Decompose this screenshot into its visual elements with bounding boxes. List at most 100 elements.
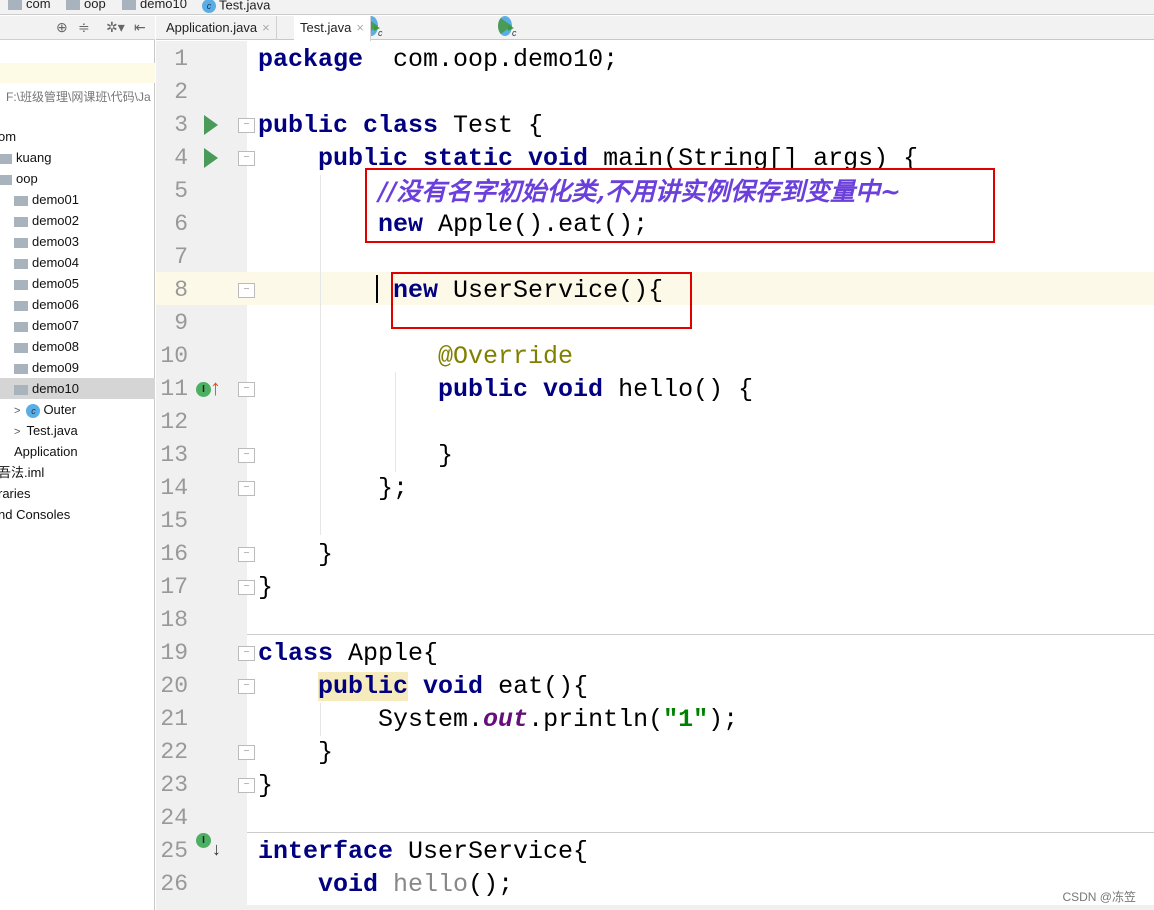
tree-item[interactable]: demo01 [14,189,79,210]
project-panel: ⊕ ≑ ✲▾ ⇤ F:\班级管理\网课班\代码\Ja om kuang oop dem… [0,16,237,910]
code-line[interactable]: class Apple{ [258,637,438,670]
tree-item[interactable]: demo07 [14,315,79,336]
chevron-right-icon[interactable]: > [14,405,20,417]
fold-marker-icon[interactable]: − [238,646,255,661]
tree-item[interactable]: demo09 [14,357,79,378]
code-line[interactable]: } [258,769,273,802]
folder-icon [14,195,28,206]
fold-marker-icon[interactable]: − [238,481,255,496]
breadcrumb-oop[interactable]: oop [66,0,106,10]
fold-marker-icon[interactable]: − [238,283,255,298]
line-number: 22 [160,739,188,765]
code-token: }; [258,474,409,503]
gear-icon[interactable]: ✲▾ [106,19,125,36]
line-number: 2 [174,79,188,105]
fold-marker-icon[interactable]: − [238,745,255,760]
implements-icon[interactable]: I [196,382,211,397]
tree-item[interactable]: kuang [0,147,51,168]
code-line[interactable]: @Override [258,340,573,373]
code-token: "1" [663,705,709,734]
code-line[interactable]: void hello(); [258,868,513,901]
tree-item-content: demo10 [14,381,79,396]
code-line[interactable]: package com.oop.demo10; [258,43,618,76]
tree-item-label: demo03 [32,234,79,249]
tree-item-label: om [0,129,17,144]
arrow-down-icon[interactable]: ↓ [212,839,221,860]
tree-item[interactable]: demo03 [14,231,79,252]
tab-application-java[interactable]: c Application.java × [160,16,383,40]
tree-item[interactable]: om [0,126,16,147]
line-number: 13 [160,442,188,468]
tree-item-content: oop [0,171,38,186]
code-line[interactable]: public void eat(){ [258,670,588,703]
fold-marker-icon[interactable]: − [238,118,255,133]
code-line[interactable]: public class Test { [258,109,543,142]
tree-item[interactable]: demo05 [14,273,79,294]
code-token: interface [258,837,394,866]
tree-item-label: oop [16,171,38,186]
tree-item[interactable]: demo10 [0,378,155,399]
folder-icon [14,216,28,227]
tree-item[interactable]: demo08 [14,336,79,357]
fold-marker-icon[interactable]: − [238,382,255,397]
breadcrumb-test[interactable]: c Test.java [202,0,270,13]
collapse-icon[interactable]: ≑ [78,19,90,36]
tree-item[interactable]: oop [0,168,38,189]
breadcrumb-demo10[interactable]: demo10 [122,0,187,10]
code-line[interactable]: } [258,736,333,769]
code-token: } [258,540,334,569]
fold-marker-icon[interactable]: − [238,448,255,463]
line-number: 26 [160,871,188,897]
tree-item[interactable]: nd Consoles [0,504,70,525]
tree-item[interactable]: raries [0,483,31,504]
line-number: 9 [174,310,188,336]
tree-item[interactable]: 吾法.iml [0,462,44,483]
code-token: } [258,573,274,602]
code-token: ); [708,705,739,734]
tree-item[interactable]: demo06 [14,294,79,315]
tree-item-label: 吾法.iml [0,465,45,480]
code-line[interactable]: public void hello() { [258,373,753,406]
tab-test-java[interactable]: c Test.java × [294,16,517,41]
tree-item[interactable]: >cTest.java [14,420,237,442]
tree-item-content: om [0,129,16,144]
tree-item[interactable]: demo02 [14,210,79,231]
code-token: Apple{ [333,639,439,668]
hide-icon[interactable]: ⇤ [134,19,146,36]
code-token: } [258,738,334,767]
folder-icon [0,153,12,164]
code-line[interactable]: } [258,439,453,472]
code-line[interactable]: interface UserService{ [258,835,588,868]
code-token: System. [258,705,484,734]
code-line[interactable]: } [258,571,273,604]
line-number: 24 [160,805,188,831]
code-line[interactable]: }; [258,472,408,505]
run-icon[interactable] [204,148,218,168]
watermark: CSDN @冻笠 [1062,890,1136,904]
breadcrumb: com oop demo10 c Test.java [0,0,1154,15]
close-icon[interactable]: × [356,20,364,35]
tree-item[interactable]: demo04 [14,252,79,273]
fold-marker-icon[interactable]: − [238,580,255,595]
arrow-up-icon[interactable]: ↑ [210,375,221,401]
fold-marker-icon[interactable]: − [238,151,255,166]
tree-item[interactable]: > c Outer [14,399,76,420]
run-icon[interactable] [204,115,218,135]
breadcrumb-com[interactable]: com [8,0,51,10]
code-token: (); [468,870,514,899]
chevron-right-icon[interactable]: > [14,426,20,438]
fold-marker-icon[interactable]: − [238,547,255,562]
tree-item-content: raries [0,486,31,501]
code-line[interactable]: } [258,538,333,571]
fold-marker-icon[interactable]: − [238,679,255,694]
code-line[interactable]: System.out.println("1"); [258,703,738,736]
tree-item-label: demo05 [32,276,79,291]
close-icon[interactable]: × [262,20,270,35]
locate-icon[interactable]: ⊕ [56,19,68,36]
implemented-icon[interactable]: I [196,833,211,848]
tree-item[interactable]: cApplication [14,441,237,463]
fold-marker-icon[interactable]: − [238,778,255,793]
